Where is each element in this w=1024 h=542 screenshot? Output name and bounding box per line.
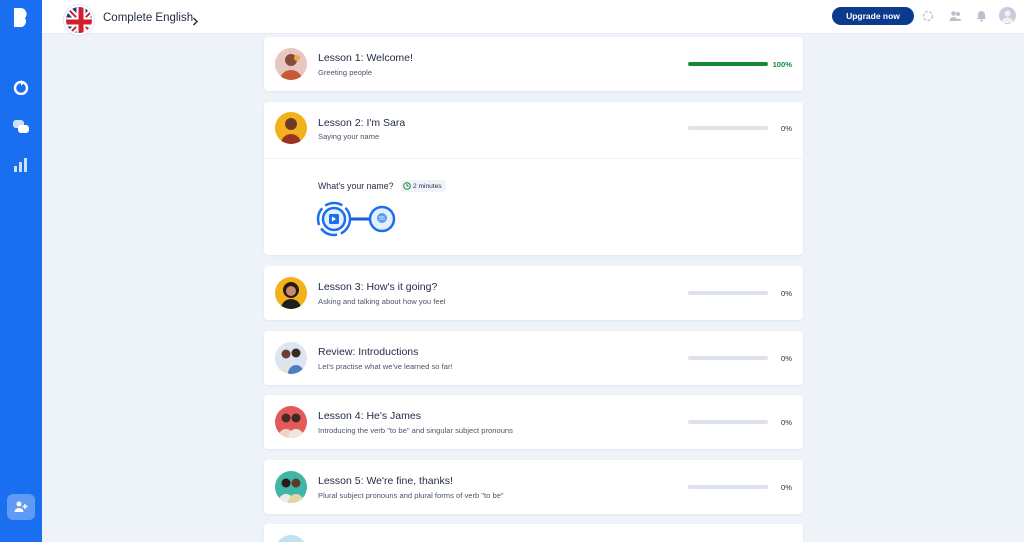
upgrade-button[interactable]: Upgrade now [832, 7, 914, 25]
lesson-subtitle: Introducing the verb "to be" and singula… [318, 426, 513, 435]
add-user-icon [14, 501, 28, 512]
lesson-title: Lesson 5: We're fine, thanks! [318, 475, 453, 487]
lesson-subtitle: Saying your name [318, 132, 380, 141]
course-title[interactable]: Complete English [103, 12, 193, 24]
uk-flag-icon[interactable] [64, 5, 94, 35]
activity-path: 55 [316, 201, 396, 237]
activity-title[interactable]: What's your name? [318, 181, 394, 191]
profile-avatar-icon[interactable] [999, 7, 1016, 24]
lesson-card-next[interactable] [264, 524, 803, 542]
progress-bar [688, 291, 768, 295]
chevron-right-icon[interactable] [192, 13, 199, 31]
babbel-logo-icon[interactable] [11, 6, 31, 28]
lesson-title: Lesson 2: I'm Sara [318, 117, 406, 129]
friends-icon[interactable] [948, 9, 962, 23]
chat-icon[interactable] [11, 117, 31, 137]
progress-percent: 0% [781, 483, 792, 492]
lesson-avatar [275, 277, 307, 309]
lesson-card-5[interactable]: Lesson 5: We're fine, thanks! Plural sub… [264, 460, 803, 514]
top-bar: Complete English Upgrade now [42, 0, 1024, 35]
progress-percent: 100% [772, 60, 792, 69]
lesson-card-1[interactable]: Lesson 1: Welcome! Greeting people 100% [264, 37, 803, 91]
clock-icon [403, 182, 411, 190]
lesson-subtitle: Asking and talking about how you feel [318, 297, 446, 306]
sidebar [0, 0, 42, 542]
lesson-avatar [275, 48, 307, 80]
review-card[interactable]: Review: Introductions Let's practise wha… [264, 331, 803, 385]
svg-text:55: 55 [379, 216, 385, 222]
lesson-subtitle: Greeting people [318, 68, 373, 77]
lesson-avatar [275, 112, 307, 144]
progress-bar [688, 126, 768, 130]
bell-icon[interactable] [974, 9, 988, 23]
lesson-avatar [275, 406, 307, 438]
lesson-title: Lesson 3: How's it going? [318, 281, 438, 293]
lesson-card-4[interactable]: Lesson 4: He's James Introducing the ver… [264, 395, 803, 449]
duration-badge: 2 minutes [401, 180, 446, 192]
progress-bar [688, 420, 768, 424]
progress-percent: 0% [781, 418, 792, 427]
progress-percent: 0% [781, 124, 792, 133]
duration-text: 2 minutes [413, 182, 442, 190]
progress-percent: 0% [781, 289, 792, 298]
progress-bar [688, 356, 768, 360]
progress-percent: 0% [781, 354, 792, 363]
lesson-avatar [275, 535, 307, 542]
stats-icon[interactable] [11, 155, 31, 175]
lesson-title: Lesson 4: He's James [318, 410, 421, 422]
lesson-subtitle: Plural subject pronouns and plural forms… [318, 491, 504, 500]
lesson-title: Review: Introductions [318, 346, 419, 358]
learn-icon[interactable] [11, 77, 31, 97]
lesson-activities: What's your name? 2 minutes 55 [264, 158, 803, 256]
spinner-icon [921, 9, 935, 23]
lesson-avatar [275, 342, 307, 374]
lesson-subtitle: Let's practise what we've learned so far… [318, 362, 453, 371]
progress-bar [688, 485, 768, 489]
lesson-avatar [275, 471, 307, 503]
progress-bar [688, 62, 768, 66]
lesson-card-2[interactable]: Lesson 2: I'm Sara Saying your name 0% W… [264, 102, 803, 255]
lesson-title: Lesson 1: Welcome! [318, 52, 413, 64]
add-user-button[interactable] [7, 494, 35, 520]
lesson-card-3[interactable]: Lesson 3: How's it going? Asking and tal… [264, 266, 803, 320]
